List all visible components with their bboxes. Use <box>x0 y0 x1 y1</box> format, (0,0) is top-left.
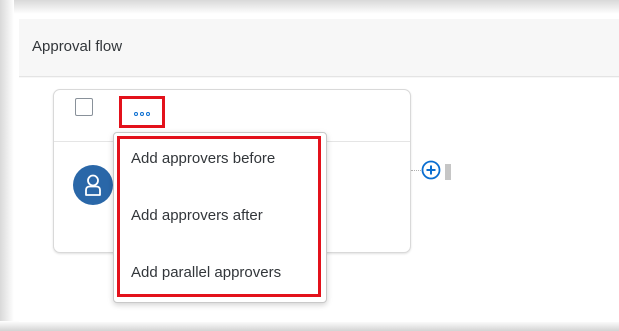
more-horizontal-icon <box>134 112 150 116</box>
menu-item-add-approvers-after[interactable]: Add approvers after <box>131 207 263 224</box>
more-options-button[interactable] <box>119 96 165 128</box>
select-checkbox[interactable] <box>75 98 93 116</box>
add-circle-icon[interactable] <box>420 159 442 181</box>
person-icon <box>85 174 101 196</box>
approver-avatar[interactable] <box>73 165 113 205</box>
panel-header: Approval flow <box>19 19 619 77</box>
menu-item-add-parallel-approvers[interactable]: Add parallel approvers <box>131 264 281 281</box>
frame-shadow-left <box>0 0 14 331</box>
add-step-tab <box>445 164 451 180</box>
menu-item-add-approvers-before[interactable]: Add approvers before <box>131 150 275 167</box>
panel-title: Approval flow <box>32 38 123 55</box>
frame-shadow-bottom <box>0 321 619 331</box>
screenshot-frame: Approval flow Add approvers before Add a… <box>0 0 619 331</box>
frame-shadow-top <box>0 0 619 14</box>
